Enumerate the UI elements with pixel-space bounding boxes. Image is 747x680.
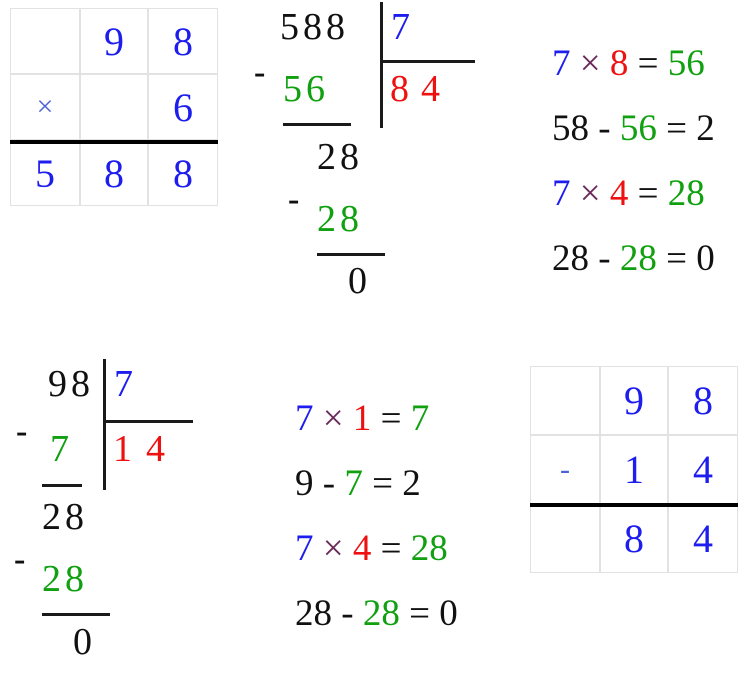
ld98-subtrahend-2: 28 bbox=[42, 558, 88, 600]
eq-part: 28 bbox=[552, 238, 589, 279]
eq-part: 28 bbox=[362, 593, 400, 634]
ld98-quotient-rule bbox=[103, 420, 193, 423]
ld588-subtraction-rule-2 bbox=[317, 253, 385, 256]
ld98-vertical-bar bbox=[103, 359, 106, 490]
sub-grid-cell-r1c2: 4 bbox=[668, 435, 738, 504]
ld98-quotient-digit-2: 4 bbox=[146, 428, 165, 470]
eq-part: = bbox=[656, 238, 697, 279]
mult-grid-cell-r2c1: 8 bbox=[80, 140, 148, 206]
mult-grid-cell-r0c2: 8 bbox=[148, 8, 218, 74]
explanations-588: 7 × 8 = 56 58 - 56 = 2 7 × 4 = 28 28 - 2… bbox=[515, 0, 747, 277]
ld588-divisor: 7 bbox=[391, 6, 410, 48]
eq-part: 0 bbox=[696, 238, 715, 279]
explanation-row: 28 - 28 = 0 bbox=[515, 203, 715, 314]
subtraction-operator-symbol: - bbox=[530, 435, 600, 504]
sub-grid-cell-r0c1: 9 bbox=[600, 366, 668, 435]
ld588-final-remainder: 0 bbox=[348, 260, 367, 302]
long-division-98: 98 7 1 4 - 7 28 - 28 0 bbox=[14, 355, 220, 680]
ld98-quotient-digit-1: 1 bbox=[113, 428, 132, 470]
ld588-quotient-digit-1: 8 bbox=[390, 68, 409, 110]
ld98-minus-2: - bbox=[14, 541, 26, 578]
ld98-dividend: 98 bbox=[48, 363, 94, 405]
ld98-minus-1: - bbox=[16, 413, 28, 450]
sub-grid-cell-r2c0 bbox=[530, 504, 600, 573]
explanations-98: 7 × 1 = 7 9 - 7 = 2 7 × 4 = 28 28 - 28 =… bbox=[258, 355, 490, 632]
ld588-quotient-digit-2: 4 bbox=[421, 68, 440, 110]
ld588-minus-1: - bbox=[254, 54, 266, 91]
ld98-subtraction-rule-2 bbox=[42, 613, 110, 616]
ld588-remainder-1: 28 bbox=[317, 136, 363, 178]
multiplication-answer-rule bbox=[10, 140, 218, 144]
eq-part: 28 bbox=[619, 238, 657, 279]
ld588-subtraction-rule-1 bbox=[283, 123, 351, 126]
eq-part: 0 bbox=[439, 593, 458, 634]
subtraction-answer-rule bbox=[530, 503, 738, 507]
multiplication-operator-symbol: × bbox=[10, 74, 80, 140]
eq-part: - bbox=[332, 593, 363, 634]
ld588-subtrahend-2: 28 bbox=[317, 198, 363, 240]
ld98-subtraction-rule-1 bbox=[42, 484, 82, 487]
subtraction-grid: 9 8 - 1 4 8 4 bbox=[530, 366, 738, 573]
sub-grid-cell-r2c2: 4 bbox=[668, 504, 738, 573]
eq-part: 28 bbox=[295, 593, 332, 634]
ld98-remainder-1: 28 bbox=[42, 496, 88, 538]
sub-grid-cell-r0c2: 8 bbox=[668, 366, 738, 435]
sub-grid-cell-r1c1: 1 bbox=[600, 435, 668, 504]
ld98-subtrahend-1: 7 bbox=[50, 428, 69, 470]
mult-grid-cell-r0c1: 9 bbox=[80, 8, 148, 74]
sub-grid-cell-r0c0 bbox=[530, 366, 600, 435]
ld98-final-remainder: 0 bbox=[73, 621, 92, 663]
ld588-minus-2: - bbox=[288, 181, 300, 218]
sub-grid-cell-r2c1: 8 bbox=[600, 504, 668, 573]
ld588-dividend: 588 bbox=[280, 6, 349, 48]
ld98-divisor: 7 bbox=[114, 363, 133, 405]
explanation-row: 28 - 28 = 0 bbox=[258, 558, 458, 669]
ld588-subtrahend-1: 56 bbox=[283, 68, 329, 110]
long-division-588: 588 7 8 4 - 56 28 - 28 0 bbox=[254, 0, 475, 302]
mult-grid-cell-r1c1 bbox=[80, 74, 148, 140]
mult-grid-cell-r2c2: 8 bbox=[148, 140, 218, 206]
eq-part: - bbox=[589, 238, 620, 279]
ld588-vertical-bar bbox=[380, 2, 383, 128]
mult-grid-cell-r0c0 bbox=[10, 8, 80, 74]
eq-part: = bbox=[399, 593, 440, 634]
mult-grid-cell-r1c2: 6 bbox=[148, 74, 218, 140]
ld588-quotient-rule bbox=[380, 60, 475, 63]
mult-grid-result-hundreds: 5 bbox=[35, 150, 55, 196]
